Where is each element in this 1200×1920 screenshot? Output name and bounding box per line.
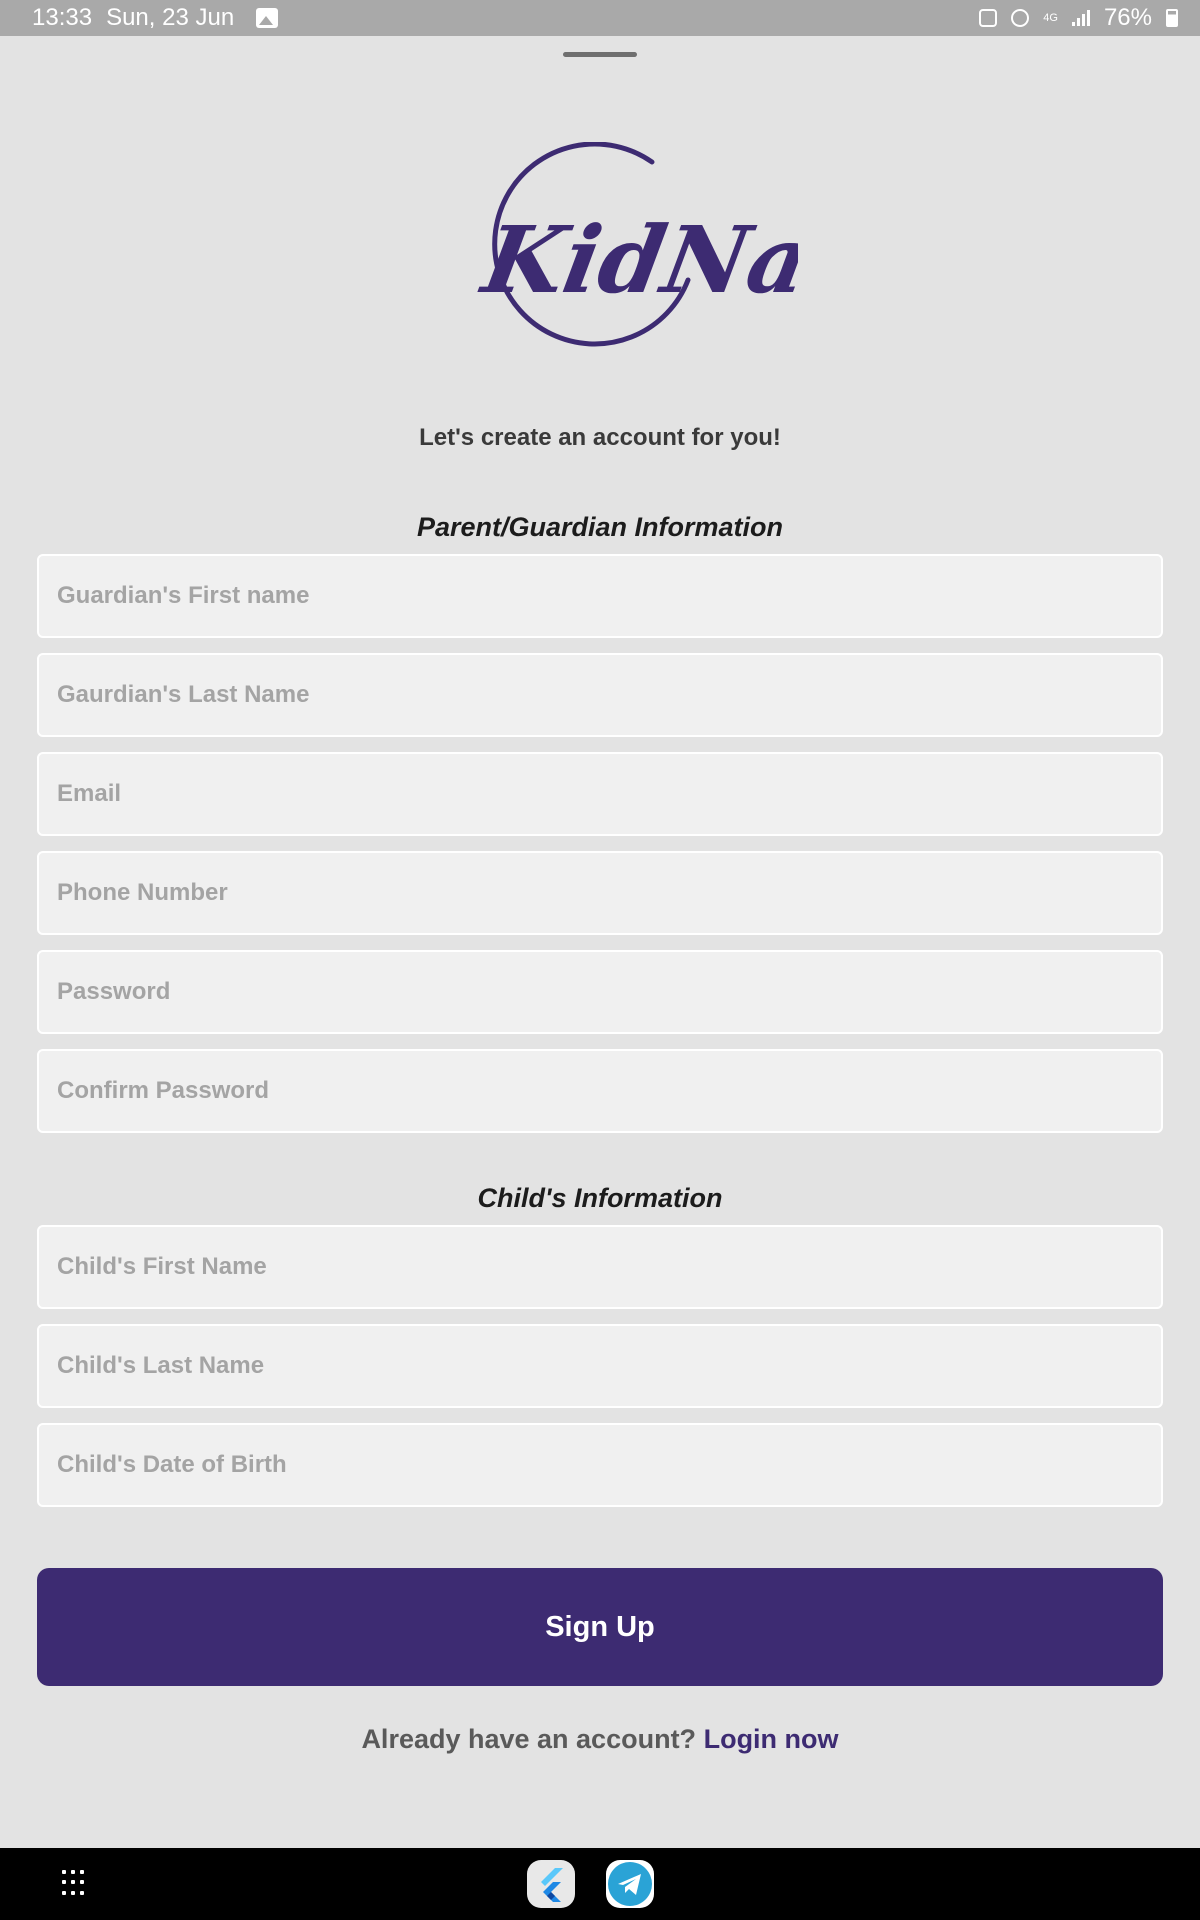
login-prompt-text: Already have an account? [361, 1724, 697, 1754]
sheet-drag-handle[interactable] [563, 52, 637, 57]
gallery-icon [256, 8, 279, 28]
login-prompt: Already have an account? Login now [0, 1724, 1200, 1755]
guardian-last-name-input[interactable] [37, 653, 1163, 737]
guardian-first-name-input[interactable] [37, 554, 1163, 638]
flutter-app-icon[interactable] [527, 1860, 575, 1908]
status-bar: 13:33 Sun, 23 Jun 4G 76% [0, 0, 1200, 36]
status-date: Sun, 23 Jun [106, 4, 235, 31]
flutter-logo-icon [541, 1868, 563, 1902]
signup-button[interactable]: Sign Up [37, 1568, 1163, 1686]
network-4g-icon: 4G [1043, 11, 1058, 24]
status-time: 13:33 [32, 4, 93, 31]
alarm-icon [1011, 9, 1030, 27]
logo-text: KidNav [473, 206, 798, 314]
telegram-app-icon[interactable] [606, 1860, 654, 1908]
child-section-title: Child's Information [477, 1183, 723, 1213]
sim-icon [979, 9, 998, 27]
telegram-logo-icon [608, 1862, 652, 1906]
navigation-bar [0, 1848, 1200, 1920]
guardian-section-title: Parent/Guardian Information [416, 512, 784, 542]
email-input[interactable] [37, 752, 1163, 836]
status-right: 4G 76% [979, 4, 1178, 32]
signal-icon [1071, 10, 1090, 26]
child-last-name-input[interactable] [37, 1324, 1163, 1408]
child-dob-input[interactable] [37, 1423, 1163, 1507]
apps-grid-icon[interactable] [62, 1870, 88, 1896]
battery-charging-icon [1166, 9, 1178, 27]
child-first-name-input[interactable] [37, 1225, 1163, 1309]
password-input[interactable] [37, 950, 1163, 1034]
confirm-password-input[interactable] [37, 1049, 1163, 1133]
battery-percent: 76% [1103, 4, 1152, 31]
login-now-link[interactable]: Login now [704, 1724, 839, 1754]
status-left: 13:33 Sun, 23 Jun [32, 4, 279, 32]
page-subtitle: Let's create an account for you! [419, 424, 781, 451]
signup-screen: 13:33 Sun, 23 Jun 4G 76% KidNav Let's cr… [0, 0, 1200, 1920]
phone-number-input[interactable] [37, 851, 1163, 935]
kidnav-logo: KidNav [473, 142, 798, 347]
